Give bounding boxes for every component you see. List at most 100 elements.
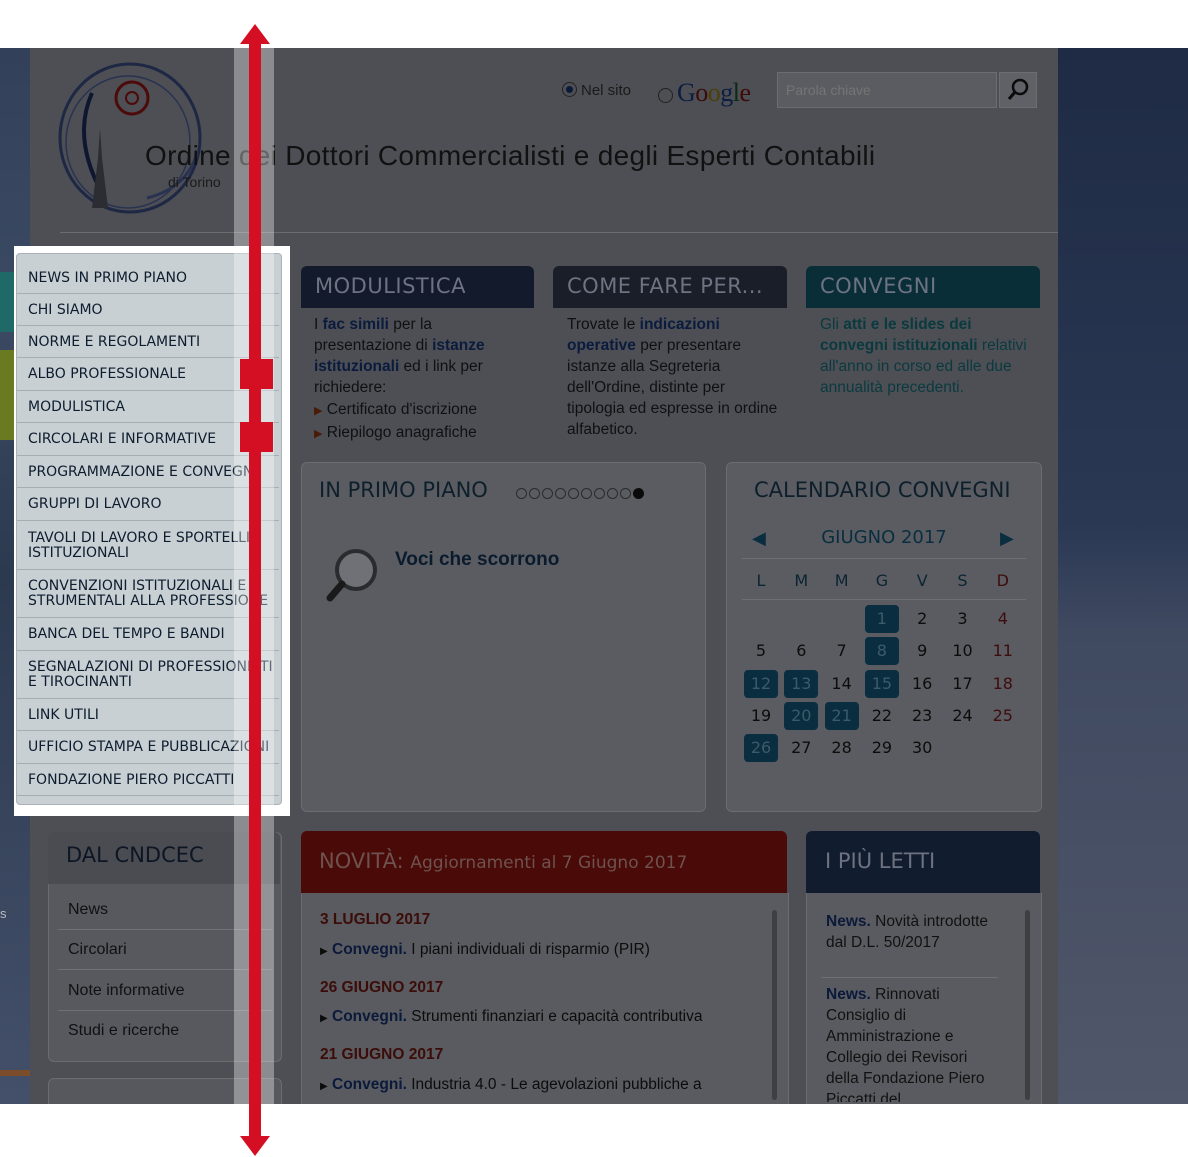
calendar-day: 19 xyxy=(750,706,772,725)
slider-dot[interactable] xyxy=(516,488,527,499)
novita-scrollbar[interactable] xyxy=(772,910,777,1100)
search-scope-site-label: Nel sito xyxy=(581,82,632,99)
modulistica-links: ▶ Certificato d'iscrizione ▶ Riepilogo a… xyxy=(314,399,534,445)
marker-square xyxy=(240,359,273,389)
slider-dot[interactable] xyxy=(568,488,579,499)
list-item[interactable]: ▶ Certificato d'iscrizione xyxy=(314,399,534,422)
left-bottom-strip xyxy=(0,1070,30,1076)
slider-dot[interactable] xyxy=(594,488,605,499)
calendar-day: 14 xyxy=(831,674,852,693)
calendar-weekday: G xyxy=(875,571,889,590)
calendar-day: 4 xyxy=(997,609,1008,628)
link-atti-convegni[interactable]: atti e le slides dei convegni istituzion… xyxy=(820,316,978,354)
calendar-day: 7 xyxy=(836,641,847,660)
slider-dot[interactable] xyxy=(529,488,540,499)
cndcec-item-note[interactable]: Note informative xyxy=(68,982,185,1000)
bullet-arrow-icon: ▶ xyxy=(314,428,323,440)
calendar-day: 16 xyxy=(912,674,933,693)
list-item[interactable]: ▶ Riepilogo anagrafiche xyxy=(314,422,534,445)
calendar-day: 25 xyxy=(992,706,1013,725)
slider-dot[interactable] xyxy=(581,488,592,499)
calendar-day: 9 xyxy=(917,641,928,660)
calendar-day: 2 xyxy=(917,609,928,628)
radio-unselected-icon[interactable] xyxy=(658,88,673,103)
cndcec-item-circolari[interactable]: Circolari xyxy=(68,941,127,959)
bullet-arrow-icon: ▶ xyxy=(320,1081,328,1092)
calendar-day-event[interactable]: 12 xyxy=(744,670,778,698)
calendar-weekday: S xyxy=(957,571,968,590)
calendar-month: GIUGNO 2017 xyxy=(821,527,947,548)
cndcec-title: DAL CNDCEC xyxy=(66,843,204,867)
calendar-day-event[interactable]: 26 xyxy=(744,734,778,762)
page-subtitle: di Torino xyxy=(168,174,221,190)
calendar-day-event[interactable]: 20 xyxy=(784,702,819,730)
novita-item[interactable]: ▶ Convegni. I piani individuali di rispa… xyxy=(320,941,750,959)
arrow-down-icon xyxy=(240,1136,270,1156)
slider-dot[interactable] xyxy=(555,488,566,499)
piu-letti-item[interactable]: News. Rinnovati Consiglio di Amministraz… xyxy=(826,984,996,1102)
left-edge-text: s xyxy=(0,906,7,921)
piu-letti-scrollbar[interactable] xyxy=(1025,910,1030,1100)
calendar-day: 28 xyxy=(831,738,852,757)
scroll-arrow-line xyxy=(249,38,261,1144)
cndcec-item-studi[interactable]: Studi e ricerche xyxy=(68,1022,179,1040)
calendar-weekday: M xyxy=(834,571,849,590)
header-divider xyxy=(60,232,1058,233)
calendar-day: 29 xyxy=(871,738,893,757)
search-scope-site[interactable]: Nel sito xyxy=(562,82,631,99)
slider-dot[interactable] xyxy=(542,488,553,499)
primo-piano-title: IN PRIMO PIANO xyxy=(319,478,488,502)
bullet-arrow-icon: ▶ xyxy=(320,1013,328,1024)
tab-modulistica[interactable]: MODULISTICA xyxy=(301,266,534,308)
search-button[interactable] xyxy=(999,72,1037,108)
calendar-day: 5 xyxy=(755,641,767,660)
slider-dot[interactable] xyxy=(620,488,631,499)
slider-dot[interactable] xyxy=(633,488,644,499)
primo-piano-panel xyxy=(301,462,706,812)
piu-letti-item[interactable]: News. Novità introdotte dal D.L. 50/2017 xyxy=(826,911,996,953)
calendar-day: 23 xyxy=(912,706,933,725)
marker-square xyxy=(240,422,273,452)
slider-dot[interactable] xyxy=(607,488,618,499)
calendar-day: 3 xyxy=(957,609,968,628)
calendar-day-event[interactable]: 1 xyxy=(864,605,899,633)
calendar-day: 10 xyxy=(952,641,973,660)
search-icon xyxy=(1007,78,1029,100)
convegni-description: Gli atti e le slides dei convegni istitu… xyxy=(820,316,1027,396)
novita-date: 21 GIUGNO 2017 xyxy=(320,1046,444,1063)
tab-come-fare[interactable]: COME FARE PER... xyxy=(553,266,787,308)
slider-pagination[interactable] xyxy=(516,486,646,499)
calendar-weekday: L xyxy=(756,571,766,590)
arrow-up-icon xyxy=(240,24,270,44)
search-input[interactable] xyxy=(777,72,997,108)
right-background xyxy=(1058,48,1188,1104)
novita-item[interactable]: ▶ Convegni. Strumenti finanziari e capac… xyxy=(320,1008,750,1026)
bottom-margin xyxy=(0,1104,1188,1157)
calendar-day: 27 xyxy=(791,738,812,757)
calendar-divider xyxy=(742,599,1026,600)
slide-text[interactable]: Voci che scorrono xyxy=(395,549,559,571)
search-scope-google[interactable]: Google xyxy=(658,78,751,108)
link-fac-simili[interactable]: fac simili xyxy=(323,316,389,333)
calendar-weekday: V xyxy=(916,571,928,590)
tab-convegni[interactable]: CONVEGNI xyxy=(806,266,1040,308)
novita-date: 26 GIUGNO 2017 xyxy=(320,979,444,996)
magnifier-icon xyxy=(324,546,382,611)
bullet-arrow-icon: ▶ xyxy=(314,405,323,417)
bullet-arrow-icon: ▶ xyxy=(320,946,328,957)
novita-item[interactable]: ▶ Convegni. Industria 4.0 - Le agevolazi… xyxy=(320,1076,750,1094)
calendar-day-event[interactable]: 13 xyxy=(784,670,819,698)
divider xyxy=(822,977,998,978)
calendar-day: 18 xyxy=(992,674,1013,693)
calendar-weekday: D xyxy=(996,571,1009,590)
logo-emblem-icon[interactable] xyxy=(52,58,202,216)
calendar-day-event[interactable]: 21 xyxy=(824,702,859,730)
radio-selected-icon[interactable] xyxy=(562,82,577,97)
calendar-day-event[interactable]: 8 xyxy=(864,637,899,665)
cndcec-item-news[interactable]: News xyxy=(68,901,108,919)
calendar-day-event[interactable]: 15 xyxy=(864,670,899,698)
novita-title: NOVITÀ: Aggiornamenti al 7 Giugno 2017 xyxy=(319,849,688,873)
calendar-day: 11 xyxy=(992,641,1013,660)
piu-letti-title: I PIÙ LETTI xyxy=(825,849,936,873)
calendar-day: 17 xyxy=(952,674,973,693)
